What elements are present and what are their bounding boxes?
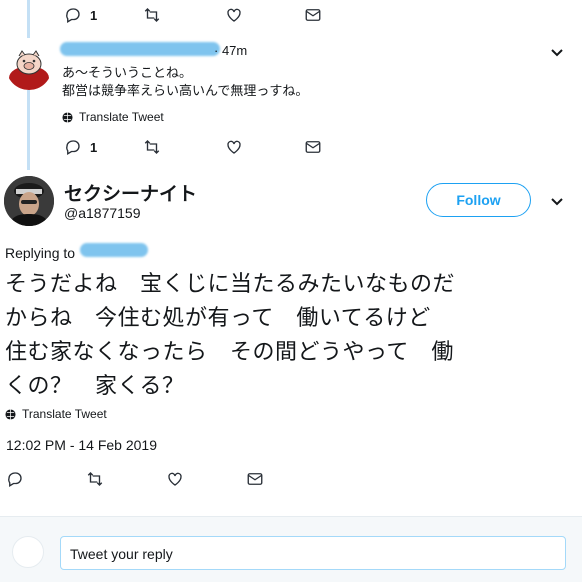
reply-text: あ～そういうことね。 都営は競争率えらい高いんで無理っすね。 <box>62 65 308 101</box>
reply-icon <box>66 140 80 155</box>
composer-avatar <box>12 536 44 568</box>
like-button[interactable] <box>225 138 243 156</box>
replying-to: Replying to <box>5 245 75 261</box>
tweet-text-line: 住む家なくなったら その間どうやって 働 <box>5 340 454 365</box>
globe-icon <box>5 408 16 420</box>
thread-line-top <box>27 0 30 38</box>
translate-label: Translate Tweet <box>22 407 107 421</box>
translate-tweet-link[interactable]: Translate Tweet <box>5 407 107 421</box>
retweet-button[interactable] <box>143 138 161 156</box>
tweet-timestamp[interactable]: 12:02 PM - 14 Feb 2019 <box>6 437 157 453</box>
heart-icon <box>227 140 241 154</box>
reply-input[interactable]: Tweet your reply <box>60 536 566 570</box>
display-name[interactable]: セクシーナイト <box>64 179 197 206</box>
retweet-icon <box>87 472 103 486</box>
translate-label: Translate Tweet <box>79 110 164 124</box>
retweet-button[interactable] <box>143 6 161 24</box>
reply-button[interactable]: 1 <box>64 6 97 24</box>
reply-count: 1 <box>90 139 98 155</box>
tweet-text: そうだよね 宝くじに当たるみたいなものだ からね 今住む処が有って 働いてるけど… <box>5 268 577 404</box>
reply-button[interactable]: 1 <box>64 138 97 156</box>
tweet-time[interactable]: · 47m <box>214 43 247 58</box>
envelope-icon <box>305 141 321 153</box>
dm-button[interactable] <box>304 138 322 156</box>
reply-icon <box>8 472 22 487</box>
dm-button[interactable] <box>304 6 322 24</box>
avatar[interactable] <box>6 44 52 90</box>
reply-count: 1 <box>90 7 98 23</box>
dm-button[interactable] <box>246 470 264 488</box>
replying-to-label: Replying to <box>5 245 76 261</box>
tweet-menu-button[interactable] <box>549 193 565 214</box>
reply-button[interactable] <box>6 470 24 488</box>
tweet-text-line: くの？ 家くる？ <box>5 374 185 399</box>
tweet-text-line: そうだよね 宝くじに当たるみたいなものだ <box>5 272 456 297</box>
reply-placeholder: Tweet your reply <box>70 546 173 562</box>
envelope-icon <box>305 9 321 21</box>
reply-text-line: あ～そういうことね。 <box>62 66 193 81</box>
like-button[interactable] <box>225 6 243 24</box>
envelope-icon <box>247 473 263 485</box>
follow-button[interactable]: Follow <box>426 183 531 217</box>
pig-avatar-icon <box>9 50 49 90</box>
tweet-text-line: からね 今住む処が有って 働いてるけど <box>5 306 431 331</box>
retweet-icon <box>144 8 160 22</box>
user-photo-icon <box>4 176 54 226</box>
redacted-reply-handle[interactable] <box>80 243 148 257</box>
redacted-username <box>60 42 220 56</box>
translate-tweet-link[interactable]: Translate Tweet <box>62 110 164 124</box>
globe-icon <box>62 111 73 123</box>
retweet-button[interactable] <box>86 470 104 488</box>
tweet-menu-button[interactable] <box>549 44 565 65</box>
heart-icon <box>227 8 241 22</box>
heart-icon <box>168 472 182 486</box>
main-avatar[interactable] <box>4 176 54 226</box>
retweet-icon <box>144 140 160 154</box>
like-button[interactable] <box>166 470 184 488</box>
user-handle[interactable]: @a1877159 <box>64 205 141 221</box>
reply-icon <box>66 8 80 23</box>
chevron-down-icon <box>551 198 563 206</box>
thread-line-reply <box>27 90 30 170</box>
chevron-down-icon <box>551 49 563 57</box>
reply-text-line: 都営は競争率えらい高いんで無理っすね。 <box>62 84 309 99</box>
